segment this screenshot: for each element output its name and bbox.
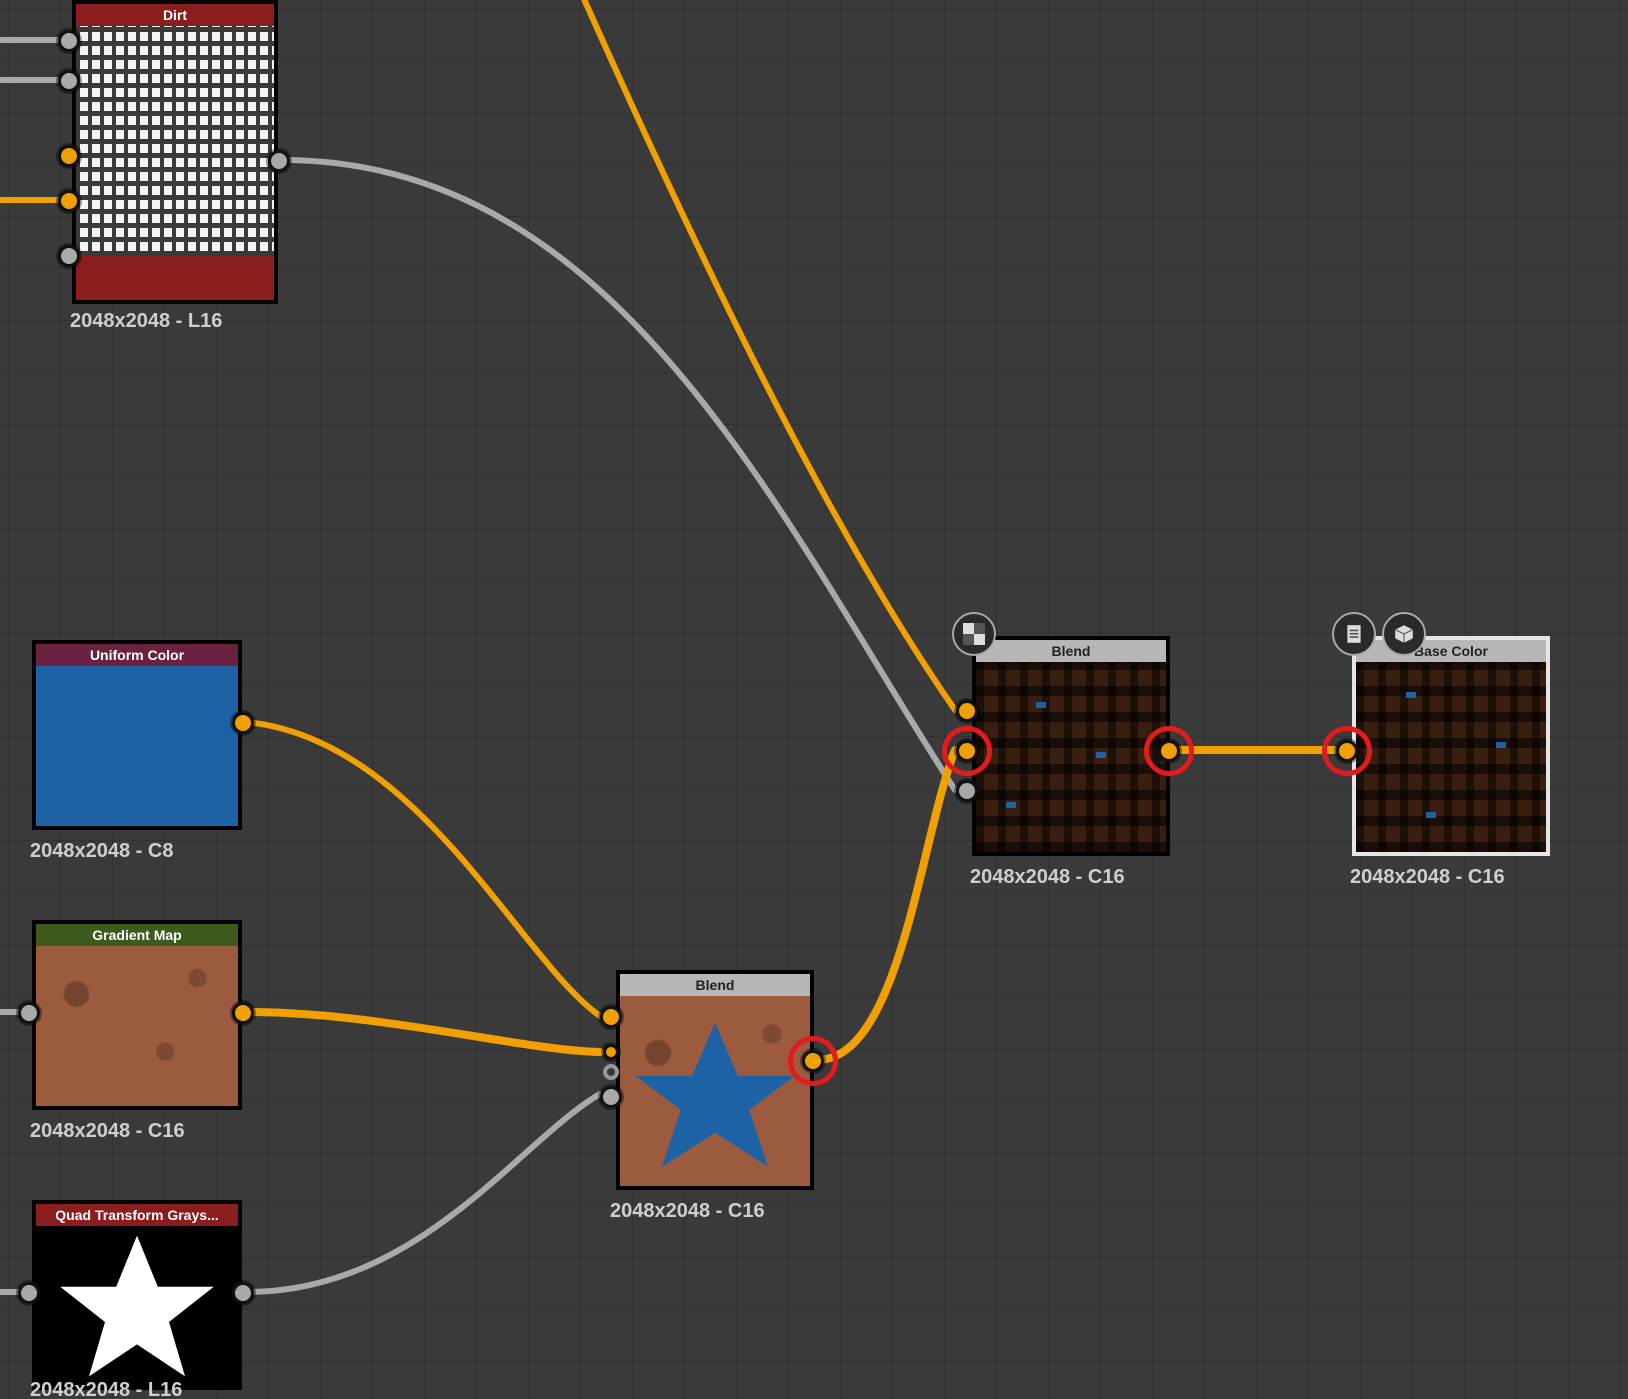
input-port[interactable] — [58, 30, 80, 52]
node-preview — [76, 26, 274, 256]
node-dirt[interactable]: Dirt — [72, 0, 278, 304]
output-port[interactable] — [268, 150, 290, 172]
node-caption: 2048x2048 - C16 — [30, 1120, 185, 1143]
output-port[interactable] — [802, 1050, 824, 1072]
node-title: Blend — [976, 640, 1166, 662]
input-port[interactable] — [58, 190, 80, 212]
node-title: Blend — [620, 974, 810, 996]
star-icon — [620, 996, 810, 1186]
document-icon[interactable] — [1332, 612, 1376, 656]
node-caption: 2048x2048 - L16 — [30, 1379, 182, 1399]
node-caption: 2048x2048 - C16 — [970, 866, 1125, 889]
node-gradient-map[interactable]: Gradient Map — [32, 920, 242, 1110]
node-title: Quad Transform Grays... — [36, 1204, 238, 1226]
output-port[interactable] — [232, 1002, 254, 1024]
node-preview — [36, 666, 238, 826]
input-port[interactable] — [956, 740, 978, 762]
input-port[interactable] — [956, 780, 978, 802]
input-port[interactable] — [600, 1006, 622, 1028]
input-port[interactable] — [1336, 740, 1358, 762]
star-icon — [36, 1226, 238, 1386]
node-blend-2[interactable]: Blend — [972, 636, 1170, 856]
node-quad-transform[interactable]: Quad Transform Grays... — [32, 1200, 242, 1390]
node-preview — [976, 662, 1166, 852]
node-preview — [620, 996, 810, 1186]
node-caption: 2048x2048 - C16 — [610, 1200, 765, 1223]
input-port[interactable] — [600, 1086, 622, 1108]
input-port[interactable] — [58, 245, 80, 267]
node-blend-1[interactable]: Blend — [616, 970, 814, 1190]
input-port[interactable] — [956, 700, 978, 722]
node-title: Gradient Map — [36, 924, 238, 946]
input-port[interactable] — [18, 1282, 40, 1304]
node-base-color[interactable]: Base Color — [1352, 636, 1550, 856]
node-preview — [36, 946, 238, 1106]
checker-icon[interactable] — [952, 612, 996, 656]
node-caption: 2048x2048 - C16 — [1350, 866, 1505, 889]
node-footer — [76, 256, 274, 300]
input-port[interactable] — [58, 70, 80, 92]
node-title: Uniform Color — [36, 644, 238, 666]
node-preview — [1356, 662, 1546, 852]
output-port[interactable] — [232, 712, 254, 734]
input-port[interactable] — [603, 1064, 619, 1080]
cube-icon[interactable] — [1382, 612, 1426, 656]
input-port[interactable] — [18, 1002, 40, 1024]
node-title: Dirt — [76, 4, 274, 26]
node-preview — [36, 1226, 238, 1386]
input-port[interactable] — [58, 145, 80, 167]
node-graph-canvas[interactable]: Dirt 2048x2048 - L16 Uniform Color 2048x… — [0, 0, 1628, 1399]
output-port[interactable] — [232, 1282, 254, 1304]
node-uniform-color[interactable]: Uniform Color — [32, 640, 242, 830]
node-caption: 2048x2048 - C8 — [30, 840, 173, 863]
output-port[interactable] — [1158, 740, 1180, 762]
input-port[interactable] — [603, 1044, 619, 1060]
node-caption: 2048x2048 - L16 — [70, 310, 222, 333]
